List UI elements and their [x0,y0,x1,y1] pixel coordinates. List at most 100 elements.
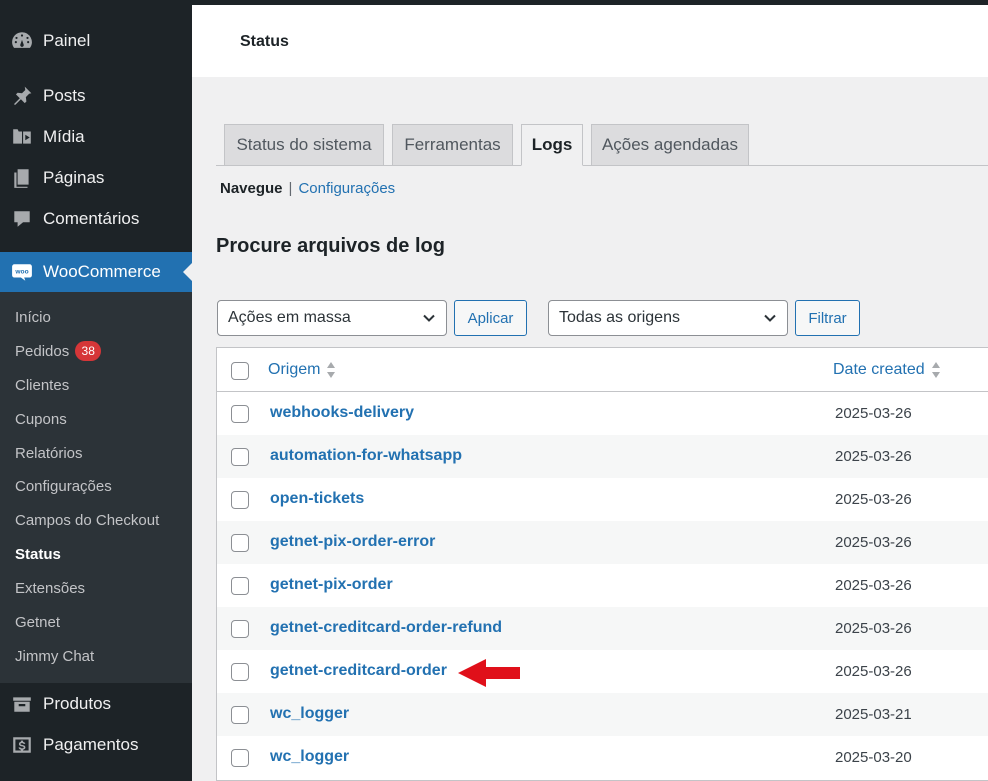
table-row: automation-for-whatsapp 2025-03-26 [217,435,988,478]
log-date: 2025-03-26 [835,405,912,422]
subnav-separator: | [288,180,293,197]
log-source-link[interactable]: getnet-creditcard-order-refund [270,619,502,637]
table-row: getnet-pix-order 2025-03-26 [217,564,988,607]
table-header: Origem Date created [217,348,988,392]
apply-button[interactable]: Aplicar [454,300,527,336]
log-source-link[interactable]: webhooks-delivery [270,404,414,422]
log-date: 2025-03-26 [835,448,912,465]
tab-ferramentas[interactable]: Ferramentas [392,124,513,166]
log-date: 2025-03-26 [835,534,912,551]
column-label: Date created [833,361,925,378]
tab-status-sistema[interactable]: Status do sistema [224,124,384,166]
pages-icon [9,165,35,191]
log-date: 2025-03-26 [835,491,912,508]
submenu-cupons[interactable]: Cupons [15,409,67,431]
log-date: 2025-03-26 [835,620,912,637]
tab-logs[interactable]: Logs [521,124,583,166]
menu-label: Páginas [43,168,105,187]
chevron-down-icon [764,314,776,322]
row-checkbox[interactable] [231,405,249,423]
bulk-actions-select[interactable]: Ações em massa [217,300,447,336]
sort-icon [931,362,940,378]
source-filter-value: Todas as origens [559,309,680,326]
menu-item-posts[interactable]: Posts [0,76,192,116]
products-icon [9,691,35,717]
submenu-inicio[interactable]: Início [15,307,51,329]
log-source-link[interactable]: automation-for-whatsapp [270,447,462,465]
menu-item-comentarios[interactable]: Comentários [0,199,192,239]
menu-item-woocommerce[interactable]: woo WooCommerce [0,252,192,292]
menu-item-midia[interactable]: Mídia [0,117,192,157]
logs-subnav: Navegue | Configurações [220,180,395,197]
row-checkbox[interactable] [231,749,249,767]
submenu-jimmy-chat[interactable]: Jimmy Chat [15,646,94,668]
menu-item-pagamentos[interactable]: Pagamentos [0,725,192,765]
table-row: getnet-creditcard-order-refund 2025-03-2… [217,607,988,650]
table-row: webhooks-delivery 2025-03-26 [217,392,988,435]
page-header: Status [192,5,988,77]
menu-item-paginas[interactable]: Páginas [0,158,192,198]
log-files-table: Origem Date created webhooks-delivery 20… [216,347,988,781]
comments-icon [9,206,35,232]
menu-label: Posts [43,86,86,105]
menu-label: Painel [43,31,91,50]
table-row: open-tickets 2025-03-26 [217,478,988,521]
log-date: 2025-03-26 [835,577,912,594]
row-checkbox[interactable] [231,491,249,509]
page-title: Status [240,33,289,50]
dashboard-icon [9,28,35,54]
submenu-clientes[interactable]: Clientes [15,375,69,397]
row-checkbox[interactable] [231,534,249,552]
log-date: 2025-03-21 [835,706,912,723]
submenu-configuracoes[interactable]: Configurações [15,476,112,498]
submenu-getnet[interactable]: Getnet [15,612,60,634]
submenu-status[interactable]: Status [15,544,61,566]
filter-button[interactable]: Filtrar [795,300,860,336]
menu-item-painel[interactable]: Painel [0,21,192,61]
svg-text:woo: woo [14,269,28,276]
submenu-campos-checkout[interactable]: Campos do Checkout [15,510,159,532]
row-checkbox[interactable] [231,577,249,595]
woocommerce-submenu: Início Pedidos 38 Clientes Cupons Relatór… [0,292,192,683]
red-arrow-annotation [458,659,520,687]
menu-item-produtos[interactable]: Produtos [0,684,192,724]
log-source-link[interactable]: getnet-pix-order-error [270,533,435,551]
menu-label: Comentários [43,209,140,228]
submenu-extensoes[interactable]: Extensões [15,578,85,600]
log-source-link[interactable]: getnet-creditcard-order [270,662,447,680]
log-date: 2025-03-20 [835,749,912,766]
log-source-link[interactable]: open-tickets [270,490,364,508]
log-source-link[interactable]: wc_logger [270,705,349,723]
admin-sidebar: Painel Posts Mídia Páginas Comentários w… [0,0,192,781]
log-source-link[interactable]: wc_logger [270,748,349,766]
column-date-created[interactable]: Date created [833,361,941,379]
source-filter-select[interactable]: Todas as origens [548,300,788,336]
subnav-configuracoes[interactable]: Configurações [298,180,395,197]
payments-icon [9,732,35,758]
row-checkbox[interactable] [231,620,249,638]
row-checkbox[interactable] [231,706,249,724]
bulk-actions-value: Ações em massa [228,309,351,326]
submenu-relatorios[interactable]: Relatórios [15,443,83,465]
table-row: getnet-creditcard-order 2025-03-26 [217,650,988,693]
table-row: wc_logger 2025-03-21 [217,693,988,736]
row-checkbox[interactable] [231,663,249,681]
woocommerce-icon: woo [9,259,35,285]
menu-label: Pagamentos [43,735,139,754]
menu-label: Produtos [43,694,112,713]
tab-acoes-agendadas[interactable]: Ações agendadas [591,124,749,166]
chevron-down-icon [423,314,435,322]
log-source-link[interactable]: getnet-pix-order [270,576,393,594]
column-label: Origem [268,361,321,378]
table-row: wc_logger 2025-03-20 [217,736,988,779]
section-heading: Procure arquivos de log [216,235,445,257]
pin-icon [9,83,35,109]
submenu-pedidos[interactable]: Pedidos 38 [15,341,102,363]
pending-orders-badge: 38 [75,341,102,361]
subnav-navegue[interactable]: Navegue [220,180,283,197]
select-all-checkbox[interactable] [231,362,249,380]
column-origem[interactable]: Origem [268,361,336,379]
row-checkbox[interactable] [231,448,249,466]
sort-icon [327,362,336,378]
log-date: 2025-03-26 [835,663,912,680]
